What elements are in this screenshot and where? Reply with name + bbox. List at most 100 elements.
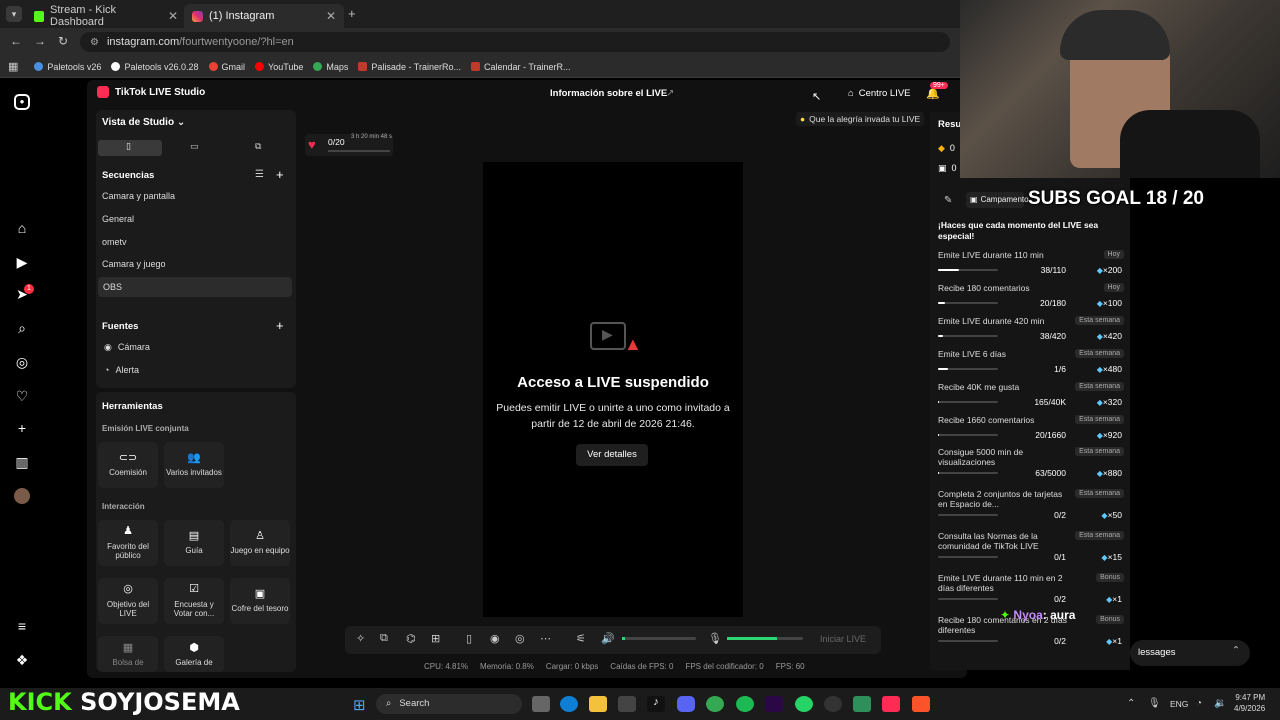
effects-icon[interactable]: ⧉ — [380, 632, 388, 645]
obs-icon[interactable] — [824, 696, 842, 712]
language-indicator[interactable]: ENG — [1170, 699, 1188, 709]
windows-start-icon[interactable]: ⊞ — [353, 696, 366, 714]
menu-icon[interactable]: ≡ — [14, 618, 30, 634]
explore-icon[interactable]: ◎ — [14, 354, 30, 370]
back-icon[interactable]: ← — [10, 34, 22, 48]
premiere-icon[interactable] — [765, 696, 783, 712]
mic-tray-icon[interactable]: 🎙 — [1148, 698, 1161, 709]
tiktok-live-studio-icon[interactable] — [882, 696, 900, 712]
mission-row[interactable]: Consigue 5000 min de visualizaciones Esta… — [938, 447, 1124, 479]
filter-icon[interactable]: ⌬ — [406, 632, 416, 645]
selected-sequence-row[interactable] — [98, 277, 292, 297]
mission-row[interactable]: Emite LIVE durante 420 min Esta semana 38/… — [938, 316, 1124, 348]
mission-row[interactable]: Recibe 40K me gusta Esta semana 165/40K ◆×3… — [938, 382, 1124, 414]
live-goal-button[interactable]: ◎ Objetivo del LIVE — [98, 578, 158, 624]
volume-icon[interactable]: 🔉 — [1214, 698, 1226, 709]
phone-icon[interactable]: ▯ — [466, 632, 472, 645]
chrome-icon[interactable] — [706, 696, 724, 712]
audience-favorite-button[interactable]: ♟ Favorito del público — [98, 520, 158, 566]
add-sequence-icon[interactable]: + — [276, 167, 284, 182]
guide-button[interactable]: ▤ Guía — [164, 520, 224, 566]
studio-view-dropdown[interactable]: Vista de Studio ⌄ — [102, 117, 185, 128]
add-media-icon[interactable]: ⊞ — [431, 632, 440, 645]
address-bar[interactable]: ⚙ instagram.com/fourtwentyoone/?hl=en — [80, 32, 950, 52]
bookmark-item[interactable]: Paletools v26 — [34, 62, 101, 72]
spotify-icon[interactable] — [736, 696, 754, 712]
centro-live-button[interactable]: ⌂ Centro LIVE — [848, 88, 911, 99]
mic-volume-slider[interactable] — [727, 637, 803, 640]
wifi-icon[interactable]: ◔ — [1196, 698, 1202, 709]
site-info-icon[interactable]: ⚙ — [90, 37, 99, 48]
live-info-title[interactable]: Información sobre el LIVE — [550, 88, 667, 99]
dashboard-icon[interactable]: ▥ — [14, 454, 30, 470]
sequence-item[interactable]: Camara y pantalla — [102, 191, 175, 201]
apps-icon[interactable]: ❖ — [14, 652, 30, 668]
camera-switch-icon[interactable]: ◎ — [515, 632, 525, 645]
campaign-tab[interactable]: ▣ Campamento — [966, 192, 1029, 208]
task-view-icon[interactable] — [532, 696, 550, 712]
close-tab-icon[interactable]: ✕ — [326, 9, 336, 23]
instagram-logo-icon[interactable]: ● — [14, 94, 30, 110]
bookmark-item[interactable]: Palisade - TrainerRo... — [358, 62, 461, 72]
source-item[interactable]: ◔ Alerta — [104, 365, 139, 375]
app-icon[interactable] — [853, 696, 871, 712]
home-icon[interactable]: ⌂ — [14, 220, 30, 236]
reels-icon[interactable]: ▶ — [14, 254, 30, 270]
bookmark-item[interactable]: Gmail — [208, 62, 245, 72]
more-icon[interactable]: ⋯ — [540, 632, 551, 645]
edge-icon[interactable] — [560, 696, 578, 712]
reload-icon[interactable]: ↻ — [58, 34, 68, 48]
bookmark-item[interactable]: Paletools v26.0.28 — [111, 62, 199, 72]
brave-icon[interactable] — [912, 696, 930, 712]
apps-grid-icon[interactable]: ▦ — [8, 60, 18, 73]
whatsapp-icon[interactable] — [795, 696, 813, 712]
gallery-button[interactable]: ⬢ Galería de — [164, 636, 224, 672]
mission-row[interactable]: Emite LIVE durante 110 min Hoy 38/110 ◆×200 — [938, 250, 1124, 282]
mission-row[interactable]: Emite LIVE durante 110 min en 2 días dif… — [938, 573, 1124, 605]
discord-icon[interactable] — [677, 696, 695, 712]
sequence-item[interactable]: Camara y juego — [102, 259, 166, 269]
landscape-layout-tab[interactable]: ▭ — [164, 140, 226, 156]
treasure-chest-button[interactable]: ▣ Cofre del tesoro — [230, 578, 290, 624]
mission-row[interactable]: Recibe 180 comentarios Hoy 20/180 ◆×100 — [938, 283, 1124, 315]
bag-button[interactable]: ▦ Bolsa de — [98, 636, 158, 672]
team-game-button[interactable]: ♙ Juego en equipo — [230, 520, 290, 566]
source-item[interactable]: ◉ Cámara — [104, 342, 150, 353]
close-tab-icon[interactable]: ✕ — [168, 9, 178, 23]
sequence-item[interactable]: General — [102, 214, 134, 224]
poll-button[interactable]: ☑ Encuesta y Votar con... — [164, 578, 224, 624]
messages-button[interactable]: lessages ⌃ — [1130, 640, 1250, 666]
mission-row[interactable]: Consulta las Normas de la comunidad de T… — [938, 531, 1124, 563]
bookmark-item[interactable]: Calendar - TrainerR... — [470, 62, 571, 72]
rotate-layout-tab[interactable]: ⧉ — [228, 140, 292, 156]
taskbar-search[interactable]: ⌕ Search — [376, 694, 522, 714]
mission-row[interactable]: Recibe 1660 comentarios Esta semana 20/166… — [938, 415, 1124, 447]
mission-row[interactable]: Emite LIVE 6 días Esta semana 1/6 ◆×480 — [938, 349, 1124, 381]
settings-sliders-icon[interactable]: ⚟ — [576, 632, 586, 645]
magic-wand-icon[interactable]: ✧ — [356, 632, 365, 645]
file-explorer-icon[interactable] — [589, 696, 607, 712]
start-live-button[interactable]: Iniciar LIVE — [810, 630, 876, 648]
new-tab-button[interactable]: + — [348, 6, 356, 21]
speaker-icon[interactable]: 🔊 — [601, 632, 615, 645]
add-source-icon[interactable]: + — [276, 318, 284, 333]
share-icon[interactable]: ↗ — [666, 88, 674, 99]
store-icon[interactable] — [618, 696, 636, 712]
avatar[interactable] — [14, 488, 30, 504]
speaker-volume-slider[interactable] — [622, 637, 696, 640]
clock[interactable]: 9:47 PM 4/9/2026 — [1234, 693, 1265, 715]
cohost-button[interactable]: ⊂⊃ Coemisión — [98, 442, 158, 488]
sequence-item[interactable]: ometv — [102, 237, 127, 247]
microphone-icon[interactable]: 🎙 — [708, 632, 722, 645]
forward-icon[interactable]: → — [34, 34, 46, 48]
tab-kick-dashboard[interactable]: Stream - Kick Dashboard ✕ — [26, 4, 186, 28]
portrait-layout-tab[interactable]: ▯ — [98, 140, 162, 156]
sequence-item-selected[interactable]: OBS — [103, 282, 122, 292]
tiktok-app-icon[interactable]: ♪ — [647, 696, 665, 712]
tab-list-icon[interactable]: ▾ — [6, 6, 22, 22]
record-icon[interactable]: ◉ — [490, 632, 500, 645]
heart-icon[interactable]: ♡ — [14, 388, 30, 404]
list-icon[interactable]: ☰ — [255, 169, 264, 180]
mission-row[interactable]: Completa 2 conjuntos de tarjetas en Espa… — [938, 489, 1124, 521]
edit-icon[interactable]: ✎ — [944, 195, 952, 206]
